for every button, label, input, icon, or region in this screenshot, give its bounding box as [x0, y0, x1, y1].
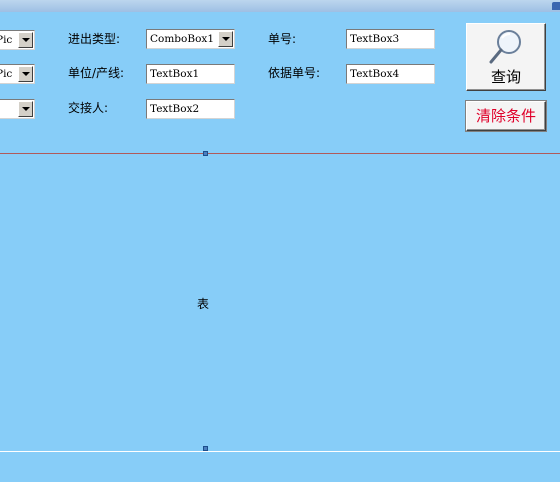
clear-conditions-button[interactable]: 清除条件 [466, 101, 546, 131]
left-combo-2[interactable]: Pic [0, 64, 35, 84]
order-input[interactable]: TextBox3 [346, 29, 435, 49]
type-combo-value: ComboBox1 [150, 33, 214, 45]
resize-handle-top[interactable] [203, 151, 208, 156]
left-combo-1[interactable]: Pic [0, 30, 35, 50]
basis-input[interactable]: TextBox4 [346, 64, 435, 84]
query-button[interactable]: 查询 [466, 23, 546, 91]
table-top-border [0, 153, 560, 154]
chevron-down-icon[interactable] [18, 101, 33, 117]
handover-input[interactable]: TextBox2 [146, 99, 235, 119]
left-combo-2-value: Pic [0, 68, 13, 80]
left-combo-3[interactable] [0, 99, 35, 119]
chevron-down-icon[interactable] [218, 31, 233, 47]
chevron-down-icon[interactable] [18, 66, 33, 82]
unit-input[interactable]: TextBox1 [146, 64, 235, 84]
table-label: 表 [197, 297, 210, 311]
query-label: 查询 [490, 68, 521, 86]
title-bar [0, 0, 560, 12]
table-bottom-border [0, 451, 560, 452]
magnifier-icon [489, 30, 521, 64]
order-label: 单号: [268, 32, 297, 46]
left-combo-1-value: Pic [0, 34, 13, 46]
basis-label: 依据单号: [268, 66, 321, 80]
window-corner-icon [552, 2, 560, 10]
resize-handle-bottom[interactable] [203, 446, 208, 451]
handover-label: 交接人: [68, 101, 109, 115]
type-combo[interactable]: ComboBox1 [146, 29, 235, 49]
type-label: 进出类型: [68, 32, 121, 46]
chevron-down-icon[interactable] [18, 32, 33, 48]
unit-label: 单位/产线: [68, 66, 125, 80]
